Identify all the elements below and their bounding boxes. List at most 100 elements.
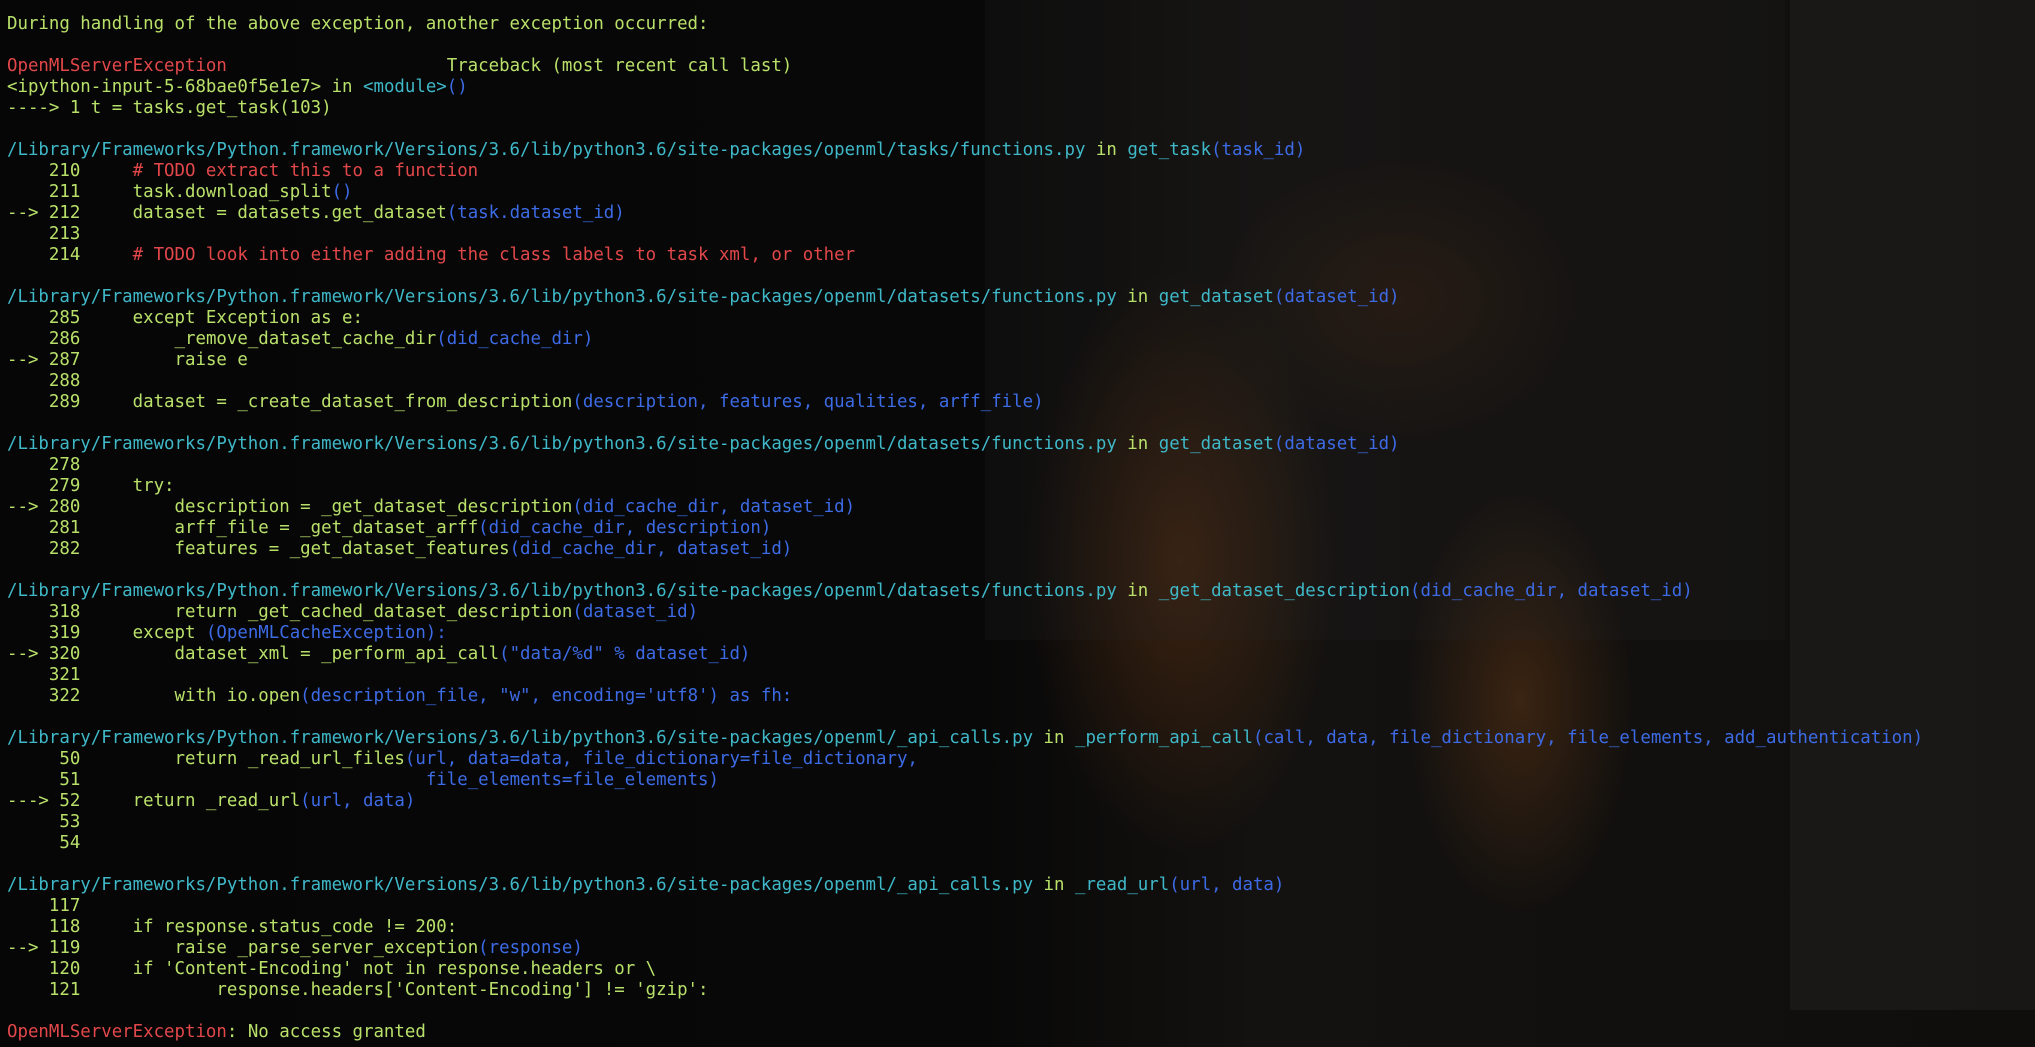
- terminal-line: 288: [7, 371, 2035, 392]
- terminal-text-segment: with io.open: [174, 686, 301, 706]
- terminal-line: /Library/Frameworks/Python.framework/Ver…: [7, 581, 2035, 602]
- terminal-line: 321: [7, 665, 2035, 686]
- terminal-line: /Library/Frameworks/Python.framework/Ver…: [7, 287, 2035, 308]
- terminal-text-segment: get_dataset: [1158, 287, 1274, 307]
- terminal-text-segment: 211: [7, 182, 133, 202]
- terminal-line: OpenMLServerException Traceback (most re…: [7, 56, 2035, 77]
- terminal-text-segment: 286: [7, 329, 175, 349]
- terminal-text-segment: OpenMLServerException: [7, 1022, 227, 1042]
- terminal-text-segment: get_task: [1127, 140, 1212, 160]
- terminal-text-segment: raise _parse_server_exception: [174, 938, 479, 958]
- terminal-text-segment: --> 287: [7, 350, 175, 370]
- terminal-text-segment: 121: [7, 980, 217, 1000]
- terminal-line: /Library/Frameworks/Python.framework/Ver…: [7, 728, 2035, 749]
- terminal-text-segment: (dataset_id): [1273, 287, 1400, 307]
- terminal-text-segment: /Library/Frameworks/Python.framework/Ver…: [7, 728, 1034, 748]
- terminal-text-segment: (dataset_id): [1273, 434, 1400, 454]
- terminal-line: 289 dataset = _create_dataset_from_descr…: [7, 392, 2035, 413]
- terminal-line: --> 320 dataset_xml = _perform_api_call(…: [7, 644, 2035, 665]
- terminal-text-segment: in: [1116, 581, 1159, 601]
- terminal-text-segment: features = _get_dataset_features: [174, 539, 510, 559]
- terminal-text-segment: 213: [7, 224, 81, 244]
- terminal-text-segment: (did_cache_dir, dataset_id): [572, 497, 856, 517]
- terminal-text-segment: 118: [7, 917, 133, 937]
- terminal-text-segment: _get_dataset_description: [1158, 581, 1410, 601]
- terminal-text-segment: in: [1033, 728, 1075, 748]
- terminal-text-segment: 279: [7, 476, 133, 496]
- terminal-line: 54: [7, 833, 2035, 854]
- terminal-text-segment: if 'Content-Encoding' not in response.he…: [132, 959, 657, 979]
- terminal-text-segment: /Library/Frameworks/Python.framework/Ver…: [7, 140, 1086, 160]
- terminal-text-segment: in: [1033, 875, 1075, 895]
- terminal-line: /Library/Frameworks/Python.framework/Ver…: [7, 140, 2035, 161]
- terminal-line: During handling of the above exception, …: [7, 14, 2035, 35]
- terminal-text-segment: (OpenMLCacheException):: [205, 623, 447, 643]
- terminal-text-segment: 278: [7, 455, 81, 475]
- terminal-text-segment: response.headers['Content-Encoding'] != …: [216, 980, 709, 1000]
- terminal-text-segment: raise e: [174, 350, 248, 370]
- terminal-line: 278: [7, 455, 2035, 476]
- terminal-text-segment: 318: [7, 602, 175, 622]
- terminal-text-segment: get_dataset: [1158, 434, 1274, 454]
- terminal-text-segment: During handling of the above exception, …: [7, 14, 709, 34]
- terminal-text-segment: (description, features, qualities, arff_…: [572, 392, 1044, 412]
- terminal-text-segment: OpenMLServerException: [7, 56, 227, 76]
- terminal-line: 117: [7, 896, 2035, 917]
- terminal-text-segment: (url, data=data, file_dictionary=file_di…: [404, 749, 918, 769]
- terminal-text-segment: (url, data): [1169, 875, 1285, 895]
- terminal-text-segment: 117: [7, 896, 81, 916]
- terminal-text-segment: try:: [132, 476, 175, 496]
- terminal-line: 319 except (OpenMLCacheException):: [7, 623, 2035, 644]
- terminal-text-segment: task.download_split: [132, 182, 332, 202]
- terminal-line: 286 _remove_dataset_cache_dir(did_cache_…: [7, 329, 2035, 350]
- terminal-text-segment: file_elements=file_elements): [425, 770, 719, 790]
- terminal-line: 282 features = _get_dataset_features(did…: [7, 539, 2035, 560]
- terminal-line: 210 # TODO extract this to a function: [7, 161, 2035, 182]
- terminal-text-segment: 288: [7, 371, 81, 391]
- terminal-text-segment: 210: [7, 161, 133, 181]
- terminal-text-segment: --> 280: [7, 497, 175, 517]
- terminal-line: 281 arff_file = _get_dataset_arff(did_ca…: [7, 518, 2035, 539]
- terminal-line: 120 if 'Content-Encoding' not in respons…: [7, 959, 2035, 980]
- terminal-text-segment: # TODO look into either adding the class…: [132, 245, 856, 265]
- terminal-text-segment: 214: [7, 245, 133, 265]
- terminal-text-segment: Traceback (most recent call last): [226, 56, 793, 76]
- terminal-line: 213: [7, 224, 2035, 245]
- terminal-line: 211 task.download_split(): [7, 182, 2035, 203]
- terminal-text-segment: 322: [7, 686, 175, 706]
- terminal-text-segment: in: [1116, 434, 1159, 454]
- terminal-text-segment: (task_id): [1211, 140, 1306, 160]
- terminal-text-segment: arff_file = _get_dataset_arff: [174, 518, 479, 538]
- terminal-line: 118 if response.status_code != 200:: [7, 917, 2035, 938]
- terminal-text-segment: (did_cache_dir, dataset_id): [509, 539, 793, 559]
- terminal-line: 51 file_elements=file_elements): [7, 770, 2035, 791]
- terminal-text-segment: 281: [7, 518, 175, 538]
- terminal-line: ---> 52 return _read_url(url, data): [7, 791, 2035, 812]
- terminal-text-segment: 289: [7, 392, 133, 412]
- terminal-output[interactable]: During handling of the above exception, …: [0, 0, 2035, 1047]
- terminal-text-segment: (dataset_id): [572, 602, 699, 622]
- terminal-text-segment: dataset_xml = _perform_api_call: [174, 644, 500, 664]
- terminal-text-segment: 54: [7, 833, 81, 853]
- terminal-text-segment: return _read_url: [132, 791, 301, 811]
- terminal-text-segment: dataset = _create_dataset_from_descripti…: [132, 392, 573, 412]
- terminal-text-segment: 285: [7, 308, 133, 328]
- terminal-text-segment: /Library/Frameworks/Python.framework/Ver…: [7, 287, 1117, 307]
- terminal-line: --> 287 raise e: [7, 350, 2035, 371]
- terminal-text-segment: except: [132, 623, 206, 643]
- terminal-text-segment: return _get_cached_dataset_description: [174, 602, 573, 622]
- terminal-line: 50 return _read_url_files(url, data=data…: [7, 749, 2035, 770]
- terminal-text-segment: : No access granted: [226, 1022, 426, 1042]
- terminal-text-segment: (call, data, file_dictionary, file_eleme…: [1252, 728, 1924, 748]
- terminal-text-segment: 321: [7, 665, 81, 685]
- terminal-text-segment: <ipython-input-5-68bae0f5e1e7>: [7, 77, 322, 97]
- terminal-text-segment: except Exception as e:: [132, 308, 363, 328]
- terminal-text-segment: dataset = datasets.get_dataset: [132, 203, 447, 223]
- terminal-line: 279 try:: [7, 476, 2035, 497]
